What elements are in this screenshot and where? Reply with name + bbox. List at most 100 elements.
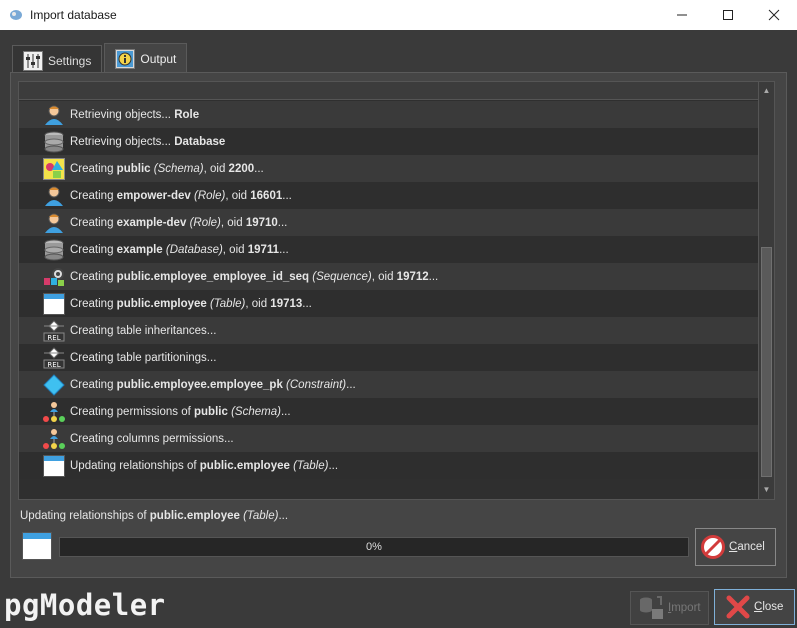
pgmodeler-logo: pgModeler (4, 588, 166, 622)
row-suffix: ... (277, 216, 288, 229)
scroll-up-icon[interactable]: ▲ (759, 84, 774, 98)
row-prefix: Creating permissions of (70, 405, 194, 418)
row-suffix: ... (328, 459, 339, 472)
minimize-button[interactable] (659, 0, 705, 30)
output-row[interactable]: Creating public (Schema), oid 2200... (19, 155, 768, 182)
row-suffix: ... (279, 243, 289, 256)
row-oid-label: , oid (203, 162, 229, 175)
row-prefix: Creating (70, 162, 117, 175)
output-row[interactable]: Creating public.employee (Table), oid 19… (19, 290, 768, 317)
row-oid: 19711 (247, 243, 280, 256)
output-row[interactable]: Retrieving objects... Role (19, 101, 768, 128)
status-object: public.employee (149, 510, 240, 522)
role-icon (43, 185, 65, 207)
row-oid: 2200 (228, 162, 255, 175)
status-post: ... (278, 510, 289, 522)
output-row[interactable]: Creating columns permissions... (19, 425, 768, 452)
row-object-name: example-dev (116, 216, 187, 229)
row-prefix: Creating table partitionings... (70, 351, 217, 364)
info-icon (115, 49, 136, 69)
row-prefix: Updating relationships of (70, 459, 200, 472)
row-oid-label: , oid (222, 243, 248, 256)
database-icon (43, 131, 65, 153)
close-label: lose (762, 601, 784, 613)
close-button[interactable]: Close (714, 589, 795, 625)
row-prefix: Creating (70, 378, 117, 391)
output-scrollbar[interactable]: ▲ ▼ (758, 82, 774, 499)
output-row-text: Creating public.employee (Table), oid 19… (70, 298, 312, 310)
import-button[interactable]: Import (630, 591, 709, 625)
constraint-icon (43, 373, 65, 396)
relationship-icon: REL (43, 346, 65, 369)
scroll-down-icon[interactable]: ▼ (759, 483, 774, 497)
row-object-type: (Role) (194, 189, 226, 202)
row-object-type: (Table) (293, 459, 329, 472)
row-object-name: public (116, 162, 151, 175)
output-list-header (19, 82, 768, 100)
tab-output[interactable]: Output (104, 43, 188, 74)
output-row-text: Creating public (Schema), oid 2200... (70, 163, 264, 175)
output-row[interactable]: Creating permissions of public (Schema).… (19, 398, 768, 425)
tab-bar: Settings Output (12, 43, 189, 75)
database-icon (43, 239, 65, 261)
maximize-icon (723, 10, 733, 20)
output-row-text: Creating table partitionings... (70, 352, 216, 364)
row-oid: 16601 (250, 189, 283, 202)
output-row-text: Creating table inheritances... (70, 325, 216, 337)
status-message: Updating relationships of public.employe… (20, 510, 288, 522)
row-oid-label: , oid (220, 216, 246, 229)
output-row[interactable]: Creating example-dev (Role), oid 19710..… (19, 209, 768, 236)
row-prefix: Creating (70, 189, 117, 202)
output-row[interactable]: Creating empower-dev (Role), oid 16601..… (19, 182, 768, 209)
relationship-icon: REL (43, 319, 65, 342)
row-oid-label: , oid (371, 270, 397, 283)
output-row[interactable]: REL Creating table partitionings... (19, 344, 768, 371)
output-row-text: Creating example-dev (Role), oid 19710..… (70, 217, 287, 229)
row-object-type: (Role) (189, 216, 221, 229)
window-close-button[interactable] (751, 0, 797, 30)
maximize-button[interactable] (705, 0, 751, 30)
role-icon (43, 212, 65, 234)
scroll-thumb[interactable] (761, 247, 772, 477)
permission-icon (43, 428, 65, 450)
row-suffix: ... (282, 189, 292, 202)
row-object-name: public (194, 405, 228, 418)
table-icon (22, 532, 52, 560)
progress-bar: 0% (59, 537, 689, 557)
row-object-name: public.employee_employee_id_seq (116, 270, 310, 283)
row-object-type: (Schema) (153, 162, 204, 175)
row-oid: 19712 (396, 270, 429, 283)
output-row-text: Retrieving objects... Database (70, 136, 225, 148)
tab-settings-label: Settings (48, 53, 92, 68)
row-prefix: Creating (70, 243, 117, 256)
output-row[interactable]: Retrieving objects... Database (19, 128, 768, 155)
output-row-text: Creating public.employee.employee_pk (Co… (70, 379, 356, 391)
row-oid: 19710 (245, 216, 278, 229)
row-oid-label: , oid (245, 297, 271, 310)
output-list[interactable]: Retrieving objects... Role Retrieving obj… (18, 81, 775, 500)
row-prefix: Retrieving objects... (70, 135, 175, 148)
output-row-text: Creating permissions of public (Schema).… (70, 406, 291, 418)
settings-sliders-icon (23, 50, 43, 71)
output-row-text: Retrieving objects... Role (70, 109, 199, 121)
cancel-icon (701, 535, 725, 559)
output-row-text: Creating example (Database), oid 19711..… (70, 244, 289, 256)
row-object-name: Role (174, 108, 200, 121)
cancel-button[interactable]: Cancel (695, 528, 776, 566)
permission-icon (43, 401, 65, 423)
output-row[interactable]: Creating public.employee.employee_pk (Co… (19, 371, 768, 398)
row-suffix: ... (280, 405, 291, 418)
output-row[interactable]: Creating public.employee_employee_id_seq… (19, 263, 768, 290)
tab-output-label: Output (140, 52, 177, 66)
window-title: Import database (30, 8, 117, 22)
tab-settings[interactable]: Settings (12, 45, 103, 75)
row-object-name: empower-dev (116, 189, 191, 202)
row-object-type: (Database) (165, 243, 223, 256)
window-close-icon (768, 9, 780, 21)
output-row-text: Creating empower-dev (Role), oid 16601..… (70, 190, 292, 202)
pgmodeler-app-icon (10, 10, 22, 20)
output-row[interactable]: Updating relationships of public.employe… (19, 452, 768, 479)
output-row[interactable]: REL Creating table inheritances... (19, 317, 768, 344)
output-row[interactable]: Creating example (Database), oid 19711..… (19, 236, 768, 263)
svg-text:REL: REL (47, 361, 60, 369)
